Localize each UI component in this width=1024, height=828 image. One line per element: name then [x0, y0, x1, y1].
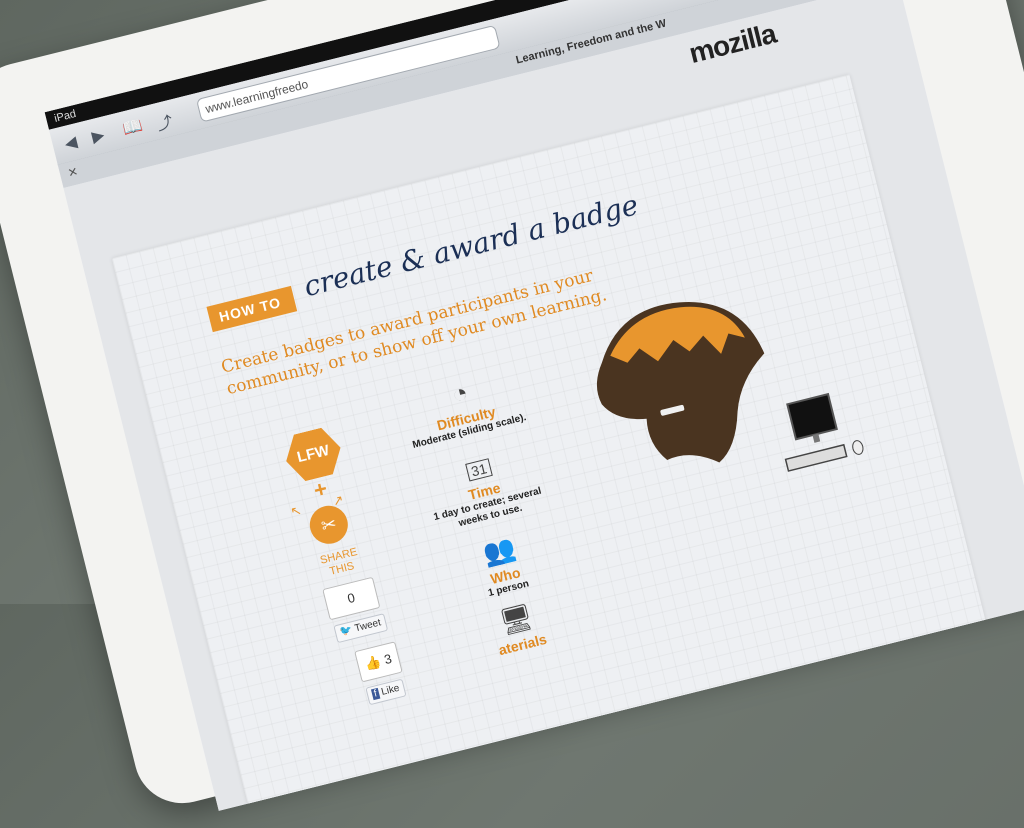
tweet-label: Tweet	[353, 617, 383, 635]
spec-difficulty: ◔ Difficulty Moderate (sliding scale).	[393, 363, 534, 454]
ipad-screen: iPad ◀ ▶ 📖 ⤴ www.learningfreedo ✕ Learni…	[44, 0, 1024, 811]
close-tab-icon[interactable]: ✕	[66, 164, 79, 180]
share-count: 0	[322, 576, 381, 621]
bookmarks-icon[interactable]: 📖	[121, 115, 145, 139]
howto-badge: HOW TO	[206, 285, 298, 333]
facebook-icon: f	[370, 687, 381, 701]
spec-time: 31 Time 1 day to create; several weeks t…	[411, 436, 555, 538]
like-label: Like	[380, 682, 401, 698]
twitter-icon: 🐦	[338, 624, 354, 639]
ipad-device: iPad ◀ ▶ 📖 ⤴ www.learningfreedo ✕ Learni…	[0, 0, 1024, 814]
lfw-badge-icon: LFW	[280, 424, 346, 484]
share-label: SHARE THIS	[318, 545, 359, 578]
forward-icon[interactable]: ▶	[90, 125, 107, 147]
thumbs-up-icon: 👍	[363, 653, 383, 672]
howto-card: HOW TO create & award a badge Create bad…	[111, 74, 995, 811]
calendar-day: 31	[465, 458, 493, 482]
specs-column: ◔ Difficulty Moderate (sliding scale). 3…	[393, 363, 587, 668]
like-count-box: 👍 3	[354, 641, 403, 683]
tweet-button[interactable]: 🐦 Tweet	[333, 613, 388, 644]
like-button[interactable]: f Like	[365, 678, 407, 706]
share-icon[interactable]: ⤴	[154, 108, 175, 135]
like-count: 3	[382, 650, 394, 668]
back-icon[interactable]: ◀	[63, 132, 80, 154]
